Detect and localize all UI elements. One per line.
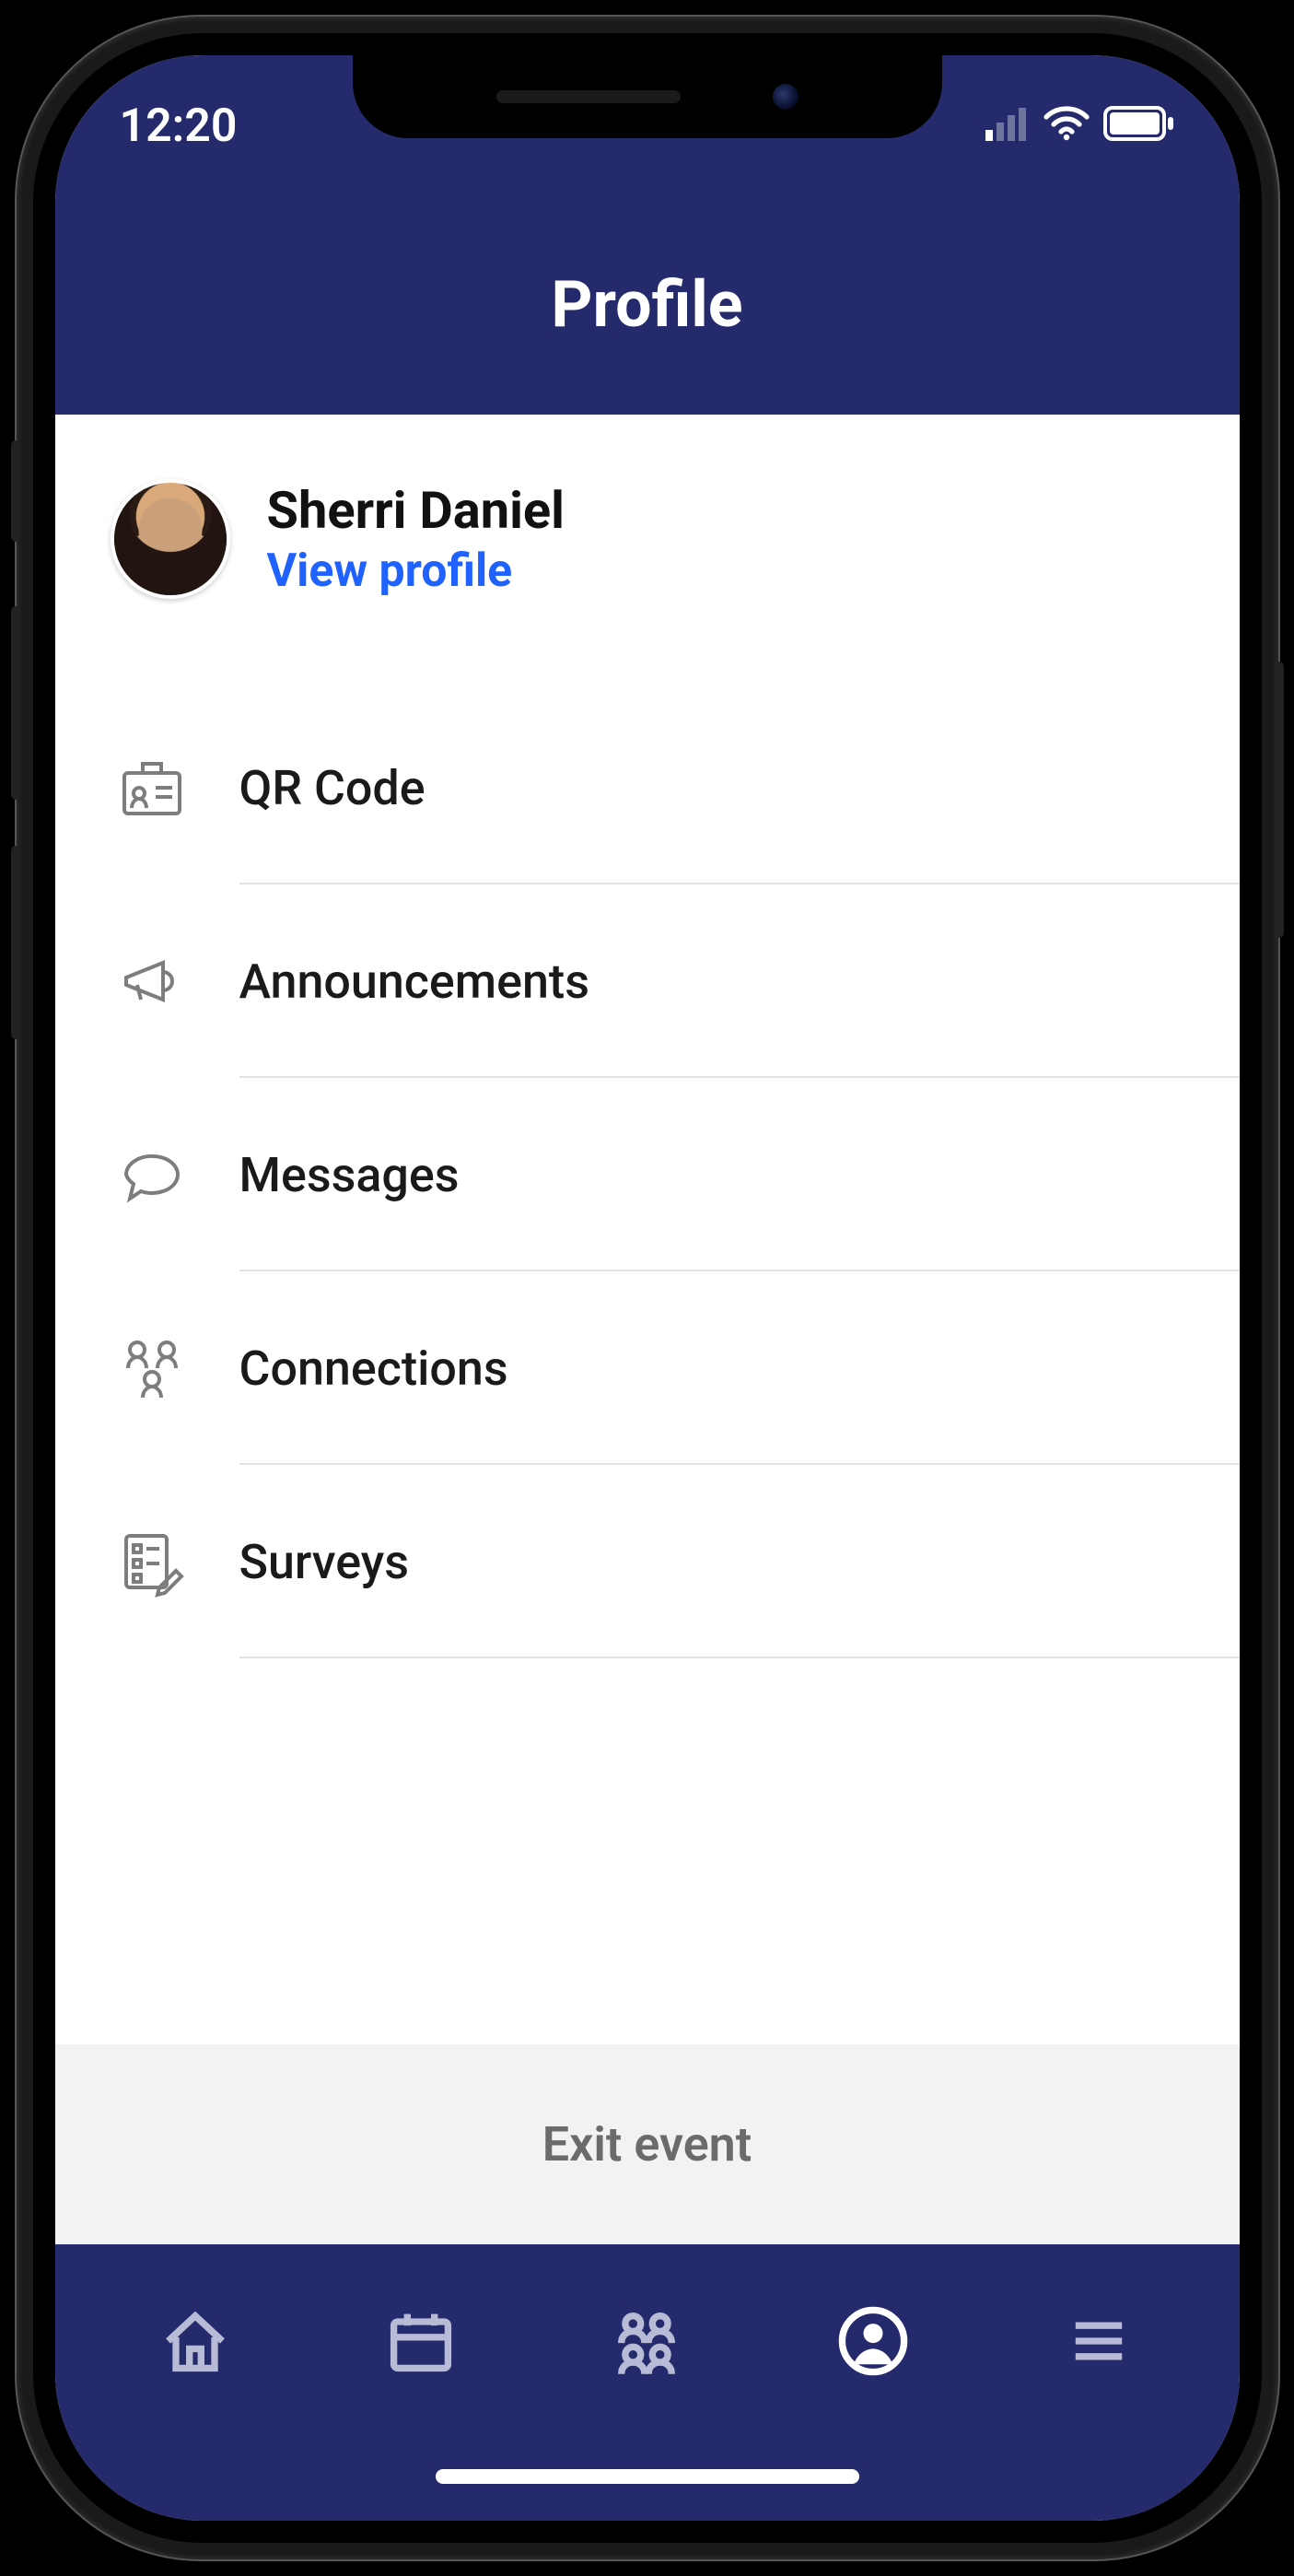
phone-frame: 12:20 [17, 17, 1278, 2559]
menu-item-label: Messages [239, 1147, 460, 1203]
cellular-icon [985, 100, 1030, 153]
survey-icon [111, 1520, 193, 1603]
volume-up-button [11, 606, 20, 800]
attendees-icon [608, 2302, 685, 2380]
calendar-icon [382, 2302, 460, 2380]
menu-item-qr-code[interactable]: QR Code [55, 691, 1240, 884]
menu-item-label: Announcements [239, 954, 589, 1010]
tab-bar [55, 2244, 1240, 2521]
home-indicator[interactable] [436, 2469, 859, 2484]
menu-list: QR Code Announcements [55, 654, 1240, 1658]
menu-item-messages[interactable]: Messages [55, 1078, 1240, 1271]
menu-item-connections[interactable]: Connections [55, 1271, 1240, 1465]
menu-item-label: QR Code [239, 760, 426, 816]
battery-icon [1103, 100, 1175, 153]
people-icon [111, 1327, 193, 1410]
mute-switch [11, 440, 20, 542]
page-title: Profile [55, 203, 1240, 415]
avatar[interactable] [111, 479, 230, 599]
attendees-tab[interactable] [596, 2290, 697, 2392]
menu-item-announcements[interactable]: Announcements [55, 884, 1240, 1078]
hamburger-icon [1060, 2302, 1137, 2380]
exit-event-button[interactable]: Exit event [55, 2044, 1240, 2244]
volume-down-button [11, 846, 20, 1039]
menu-tab[interactable] [1048, 2290, 1149, 2392]
power-button [1275, 662, 1284, 938]
front-camera [773, 84, 799, 110]
notch [353, 55, 942, 138]
menu-item-surveys[interactable]: Surveys [55, 1465, 1240, 1658]
home-tab[interactable] [145, 2290, 246, 2392]
menu-item-label: Surveys [239, 1534, 409, 1590]
wifi-icon [1043, 100, 1090, 153]
menu-item-label: Connections [239, 1341, 508, 1397]
profile-tab[interactable] [822, 2290, 924, 2392]
profile-name: Sherri Daniel [267, 480, 565, 541]
status-time: 12:20 [120, 100, 238, 153]
profile-header[interactable]: Sherri Daniel View profile [55, 415, 1240, 654]
calendar-tab[interactable] [370, 2290, 472, 2392]
chat-icon [111, 1133, 193, 1216]
megaphone-icon [111, 940, 193, 1023]
badge-icon [111, 746, 193, 829]
home-icon [157, 2302, 234, 2380]
speaker-grille [496, 90, 681, 103]
view-profile-link[interactable]: View profile [267, 544, 565, 598]
profile-circle-icon [834, 2302, 912, 2380]
